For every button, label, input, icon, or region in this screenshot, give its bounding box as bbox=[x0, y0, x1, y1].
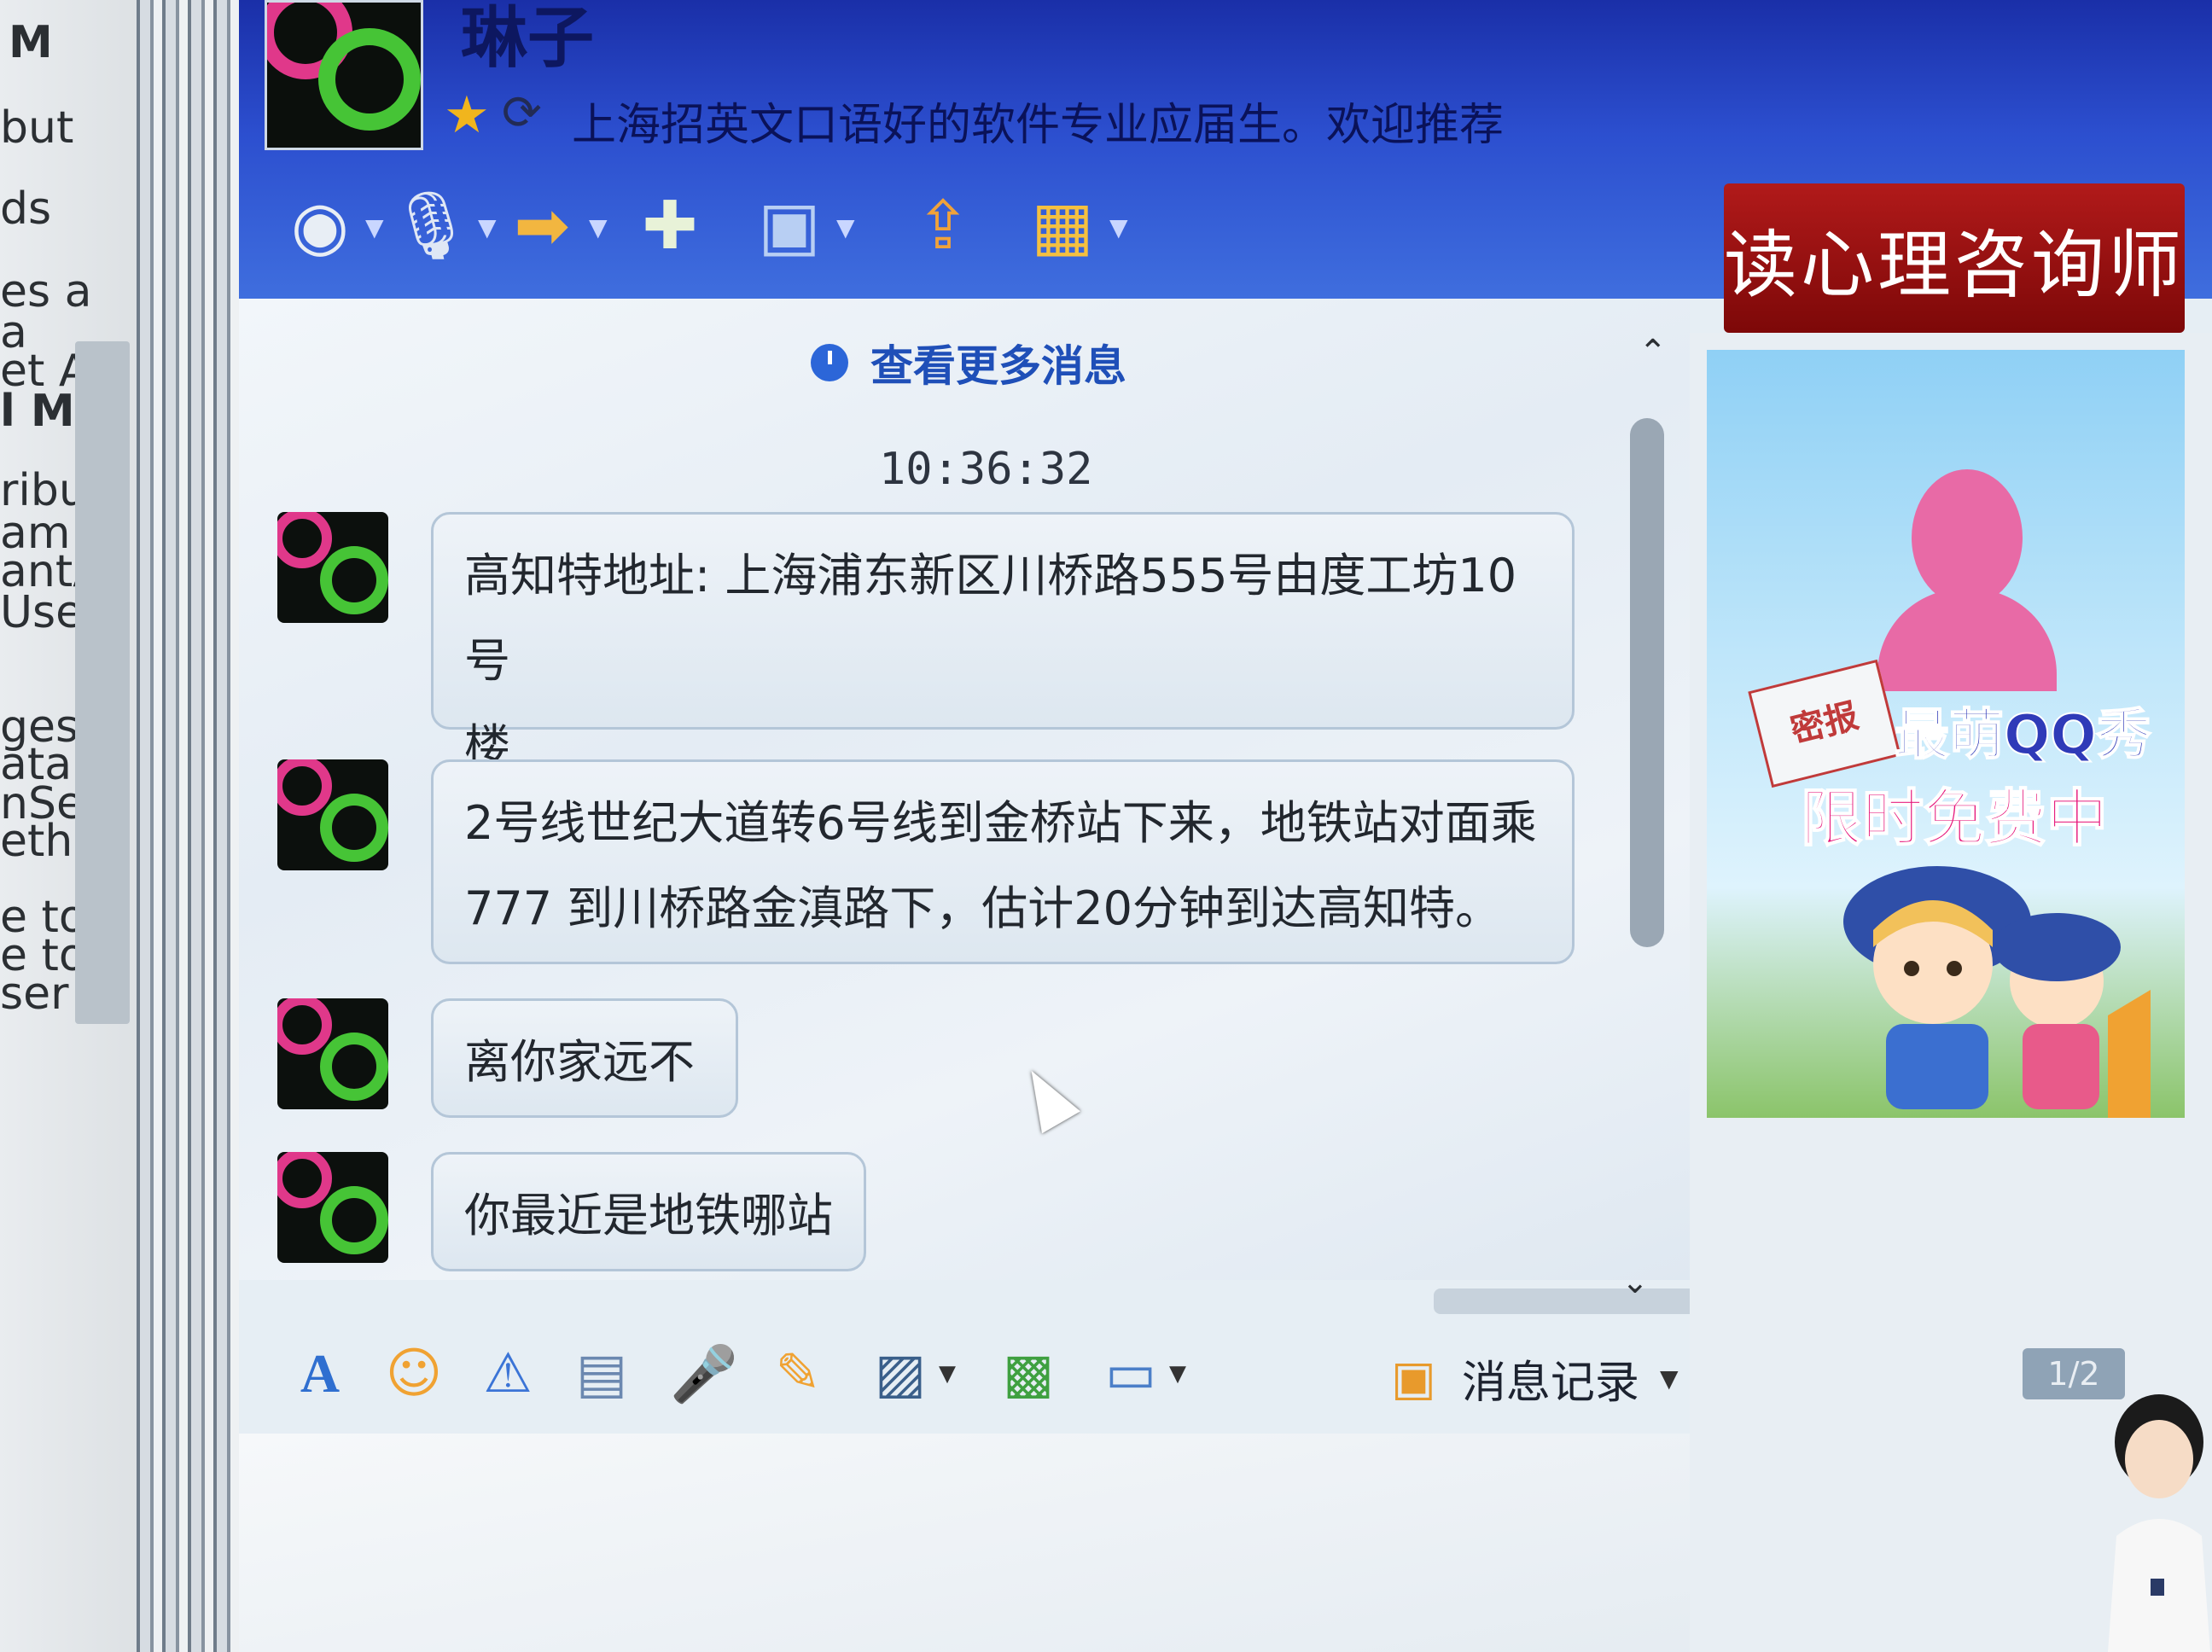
message-timestamp: 10:36:32 bbox=[879, 444, 1093, 495]
message-text: 高知特地址: 上海浦东新区川桥路555号由度工坊10号 bbox=[464, 549, 1517, 688]
collapse-up-icon[interactable]: ⌃ bbox=[1639, 333, 1668, 372]
promo-subtitle: 限时免费中 bbox=[1800, 782, 2109, 855]
emoji-icon[interactable]: ☺ bbox=[375, 1331, 452, 1416]
message-bubble: 离你家远不 bbox=[431, 998, 738, 1118]
avatar-ring-pink bbox=[277, 512, 332, 568]
message-area: 查看更多消息 ⌃ 10:36:32 高知特地址: 上海浦东新区川桥路555号由度… bbox=[239, 299, 1690, 1280]
video-call-icon[interactable]: ◉ bbox=[273, 179, 367, 273]
message-text: 777 到川桥路金滇路下，估计20分钟到达高知特。 bbox=[464, 881, 1501, 935]
chevron-down-icon[interactable]: ▼ bbox=[1169, 1361, 1186, 1387]
chevron-down-icon[interactable]: ▼ bbox=[1660, 1364, 1679, 1393]
music-icon[interactable]: ▤ bbox=[563, 1331, 640, 1416]
avatar-ring-pink bbox=[277, 759, 332, 816]
more-messages-label[interactable]: 查看更多消息 bbox=[870, 332, 1126, 393]
message-scrollbar[interactable] bbox=[1630, 418, 1664, 947]
message-text: 你最近是地铁哪站 bbox=[464, 1189, 833, 1242]
font-icon[interactable]: A bbox=[282, 1331, 358, 1416]
apps-icon[interactable]: ▦ bbox=[1016, 179, 1109, 273]
history-icon: ▣ bbox=[1391, 1350, 1436, 1406]
ad-banner[interactable]: 读心理咨询师 bbox=[1724, 183, 2185, 333]
chevron-down-icon[interactable]: ▼ bbox=[939, 1361, 956, 1387]
doodle-icon[interactable]: ✎ bbox=[760, 1331, 836, 1416]
screenshot-icon[interactable]: ▭ bbox=[1092, 1331, 1169, 1416]
avatar-ring-green bbox=[320, 794, 388, 862]
mouse-cursor-icon bbox=[1011, 1059, 1081, 1134]
sender-avatar[interactable] bbox=[277, 998, 388, 1109]
image-icon[interactable]: ▨ bbox=[862, 1331, 939, 1416]
bg-text-fragment: ds bbox=[0, 183, 52, 235]
send-file-icon[interactable]: ➡ bbox=[495, 179, 589, 273]
bg-scrollbar[interactable] bbox=[75, 341, 130, 1024]
avatar-ring-pink bbox=[277, 998, 332, 1055]
nudge-icon[interactable]: ⚠ bbox=[469, 1331, 546, 1416]
qq-show-panel[interactable]: 密报 最萌QQ秀 限时免费中 bbox=[1707, 350, 2185, 1118]
chat-window: 琳子 ★ ⟳ 上海招英文口语好的软件专业应届生。欢迎推荐 ◉ ▼ 🎙 ▼ ➡ ▼… bbox=[239, 0, 2212, 1652]
sender-avatar[interactable] bbox=[277, 512, 388, 623]
clock-icon bbox=[811, 344, 848, 381]
avatar-ring-green bbox=[318, 28, 421, 131]
sticker-icon[interactable]: ▩ bbox=[990, 1331, 1067, 1416]
collapse-down-icon[interactable]: ⌄ bbox=[1621, 1263, 1649, 1300]
user-show-avatar[interactable] bbox=[2099, 1382, 2212, 1652]
silhouette-body bbox=[1877, 589, 2057, 691]
chevron-down-icon[interactable]: ▼ bbox=[836, 213, 855, 241]
chevron-down-icon[interactable]: ▼ bbox=[1109, 213, 1128, 241]
message-text: 离你家远不 bbox=[464, 1035, 695, 1089]
bg-text-fragment: but bbox=[0, 102, 74, 154]
promo-title: 最萌QQ秀 bbox=[1894, 703, 2152, 768]
message-bubble: 你最近是地铁哪站 bbox=[431, 1152, 866, 1271]
silhouette-avatar-icon bbox=[1912, 469, 2023, 606]
chat-toolbar: ◉ ▼ 🎙 ▼ ➡ ▼ ✚ ▣ ▼ ⇪ ▦ ▼ bbox=[273, 179, 1553, 282]
sender-avatar[interactable] bbox=[277, 1152, 388, 1263]
avatar-ring-pink bbox=[277, 1152, 332, 1208]
voice-call-icon[interactable]: 🎙 bbox=[384, 179, 478, 273]
contact-name: 琳子 bbox=[461, 0, 595, 77]
chevron-down-icon[interactable]: ▼ bbox=[365, 213, 384, 241]
qzone-icon[interactable]: ⟳ bbox=[502, 85, 542, 141]
contact-signature: 上海招英文口语好的软件专业应届生。欢迎推荐 bbox=[572, 100, 1505, 151]
sender-avatar[interactable] bbox=[277, 759, 388, 870]
message-text: 2号线世纪大道转6号线到金桥站下来，地铁站对面乘 bbox=[464, 796, 1537, 850]
message-history-button[interactable]: ▣ 消息记录 ▼ bbox=[1391, 1340, 1678, 1416]
bg-text-fragment: M bbox=[9, 17, 53, 68]
input-toolbar: A ☺ ⚠ ▤ 🎤 ✎ ▨ ▼ ▩ ▭ ▼ ▣ 消息记录 ▼ bbox=[282, 1331, 1690, 1425]
history-label: 消息记录 bbox=[1461, 1357, 1639, 1409]
contact-avatar[interactable] bbox=[265, 0, 423, 150]
voice-message-icon[interactable]: 🎤 bbox=[666, 1331, 742, 1416]
chevron-down-icon[interactable]: ▼ bbox=[589, 213, 608, 241]
chevron-down-icon[interactable]: ▼ bbox=[478, 213, 497, 241]
star-icon[interactable]: ★ bbox=[444, 85, 490, 145]
bg-text-fragment: l M bbox=[0, 386, 75, 437]
cartoon-character-image bbox=[1843, 866, 2151, 1118]
create-discussion-icon[interactable]: ✚ bbox=[623, 179, 717, 273]
message-bubble: 高知特地址: 上海浦东新区川桥路555号由度工坊10号 楼 bbox=[431, 512, 1575, 773]
avatar-ring-green bbox=[320, 1186, 388, 1254]
avatar-ring-green bbox=[320, 1032, 388, 1101]
share-screen-icon[interactable]: ⇪ bbox=[896, 179, 990, 273]
message-input[interactable] bbox=[239, 1434, 1903, 1652]
window-border bbox=[137, 0, 239, 1652]
more-messages-link[interactable]: 查看更多消息 bbox=[811, 333, 1126, 393]
avatar-ring-green bbox=[320, 546, 388, 614]
message-bubble: 2号线世纪大道转6号线到金桥站下来，地铁站对面乘 777 到川桥路金滇路下，估计… bbox=[431, 759, 1575, 964]
remote-assist-icon[interactable]: ▣ bbox=[742, 179, 836, 273]
